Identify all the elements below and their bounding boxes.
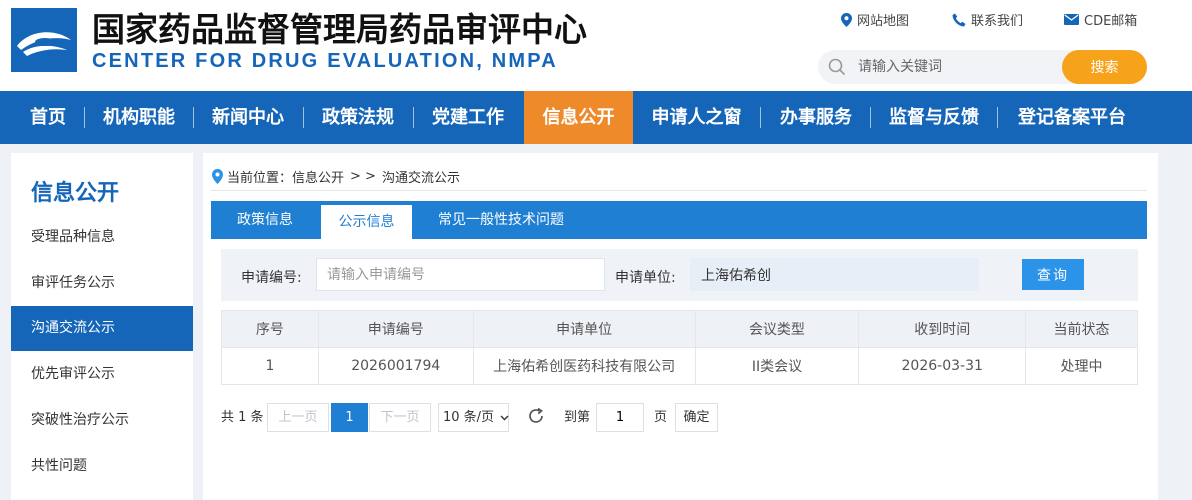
breadcrumb-divider: [211, 190, 1147, 191]
nav-divider: [84, 107, 85, 128]
filter-bar: 申请编号: 申请单位: 查询: [221, 249, 1138, 301]
prev-page-button[interactable]: 上一页: [267, 403, 329, 432]
nav-item-applicant-window[interactable]: 申请人之窗: [641, 91, 752, 144]
search-icon: [828, 58, 846, 76]
tab-bar: 政策信息 公示信息 常见一般性技术问题: [211, 201, 1147, 239]
sidebar: 信息公开 受理品种信息 审评任务公示 沟通交流公示 优先审评公示 突破性治疗公示…: [11, 153, 193, 500]
nav-divider: [997, 107, 998, 128]
nav-item-policy[interactable]: 政策法规: [311, 91, 405, 144]
sitemap-link[interactable]: 网站地图: [841, 10, 909, 29]
nav-item-registration[interactable]: 登记备案平台: [1005, 91, 1139, 144]
total-count: 共 1 条: [221, 410, 264, 425]
nav-item-services[interactable]: 办事服务: [768, 91, 864, 144]
nav-divider: [760, 107, 761, 128]
cell-meeting-type: II类会议: [694, 347, 860, 385]
next-page-button[interactable]: 下一页: [369, 403, 431, 432]
phone-icon: [952, 13, 966, 26]
breadcrumb-separator: > >: [350, 169, 376, 184]
cde-mail-label: CDE邮箱: [1084, 14, 1138, 29]
table-row[interactable]: 1 2026001794 上海佑希创医药科技有限公司 II类会议 2026-03…: [221, 347, 1138, 385]
nav-item-party[interactable]: 党建工作: [421, 91, 515, 144]
nav-item-info-disclosure[interactable]: 信息公开: [524, 91, 633, 144]
sitemap-label: 网站地图: [857, 14, 910, 29]
cell-app-no: 2026001794: [317, 347, 474, 385]
app-no-input[interactable]: [316, 258, 605, 291]
col-header-app-no: 申请编号: [317, 310, 474, 348]
cell-status: 处理中: [1025, 347, 1138, 385]
nav-divider: [303, 107, 304, 128]
cde-mail-link[interactable]: CDE邮箱: [1064, 10, 1137, 29]
applicant-label: 申请单位:: [615, 270, 676, 286]
query-button[interactable]: 查询: [1022, 259, 1084, 290]
col-header-status: 当前状态: [1025, 310, 1138, 348]
table-header-row: 序号 申请编号 申请单位 会议类型 收到时间 当前状态: [221, 310, 1138, 348]
page-size-value: 10 条/页: [443, 410, 495, 425]
goto-page-input[interactable]: [596, 403, 644, 432]
nav-item-news[interactable]: 新闻中心: [201, 91, 295, 144]
refresh-icon[interactable]: [527, 407, 545, 427]
sidebar-item-accepted-varieties[interactable]: 受理品种信息: [11, 215, 193, 260]
search-button[interactable]: 搜索: [1062, 50, 1147, 84]
nav-item-functions[interactable]: 机构职能: [92, 91, 186, 144]
breadcrumb-current: 沟通交流公示: [381, 171, 460, 186]
nav-item-supervision[interactable]: 监督与反馈: [878, 91, 990, 144]
sidebar-item-communication[interactable]: 沟通交流公示: [11, 306, 193, 351]
search-box: 搜索: [818, 50, 1147, 84]
sidebar-item-common-issues[interactable]: 共性问题: [11, 444, 193, 489]
search-input[interactable]: [858, 54, 1058, 80]
pagination: 共 1 条 上一页 1 下一页 10 条/页 到第 页 确定: [221, 403, 821, 433]
applicant-input[interactable]: [690, 258, 979, 291]
app-no-label: 申请编号:: [241, 270, 302, 286]
col-header-received-time: 收到时间: [858, 310, 1027, 348]
location-pin-icon: [841, 12, 852, 27]
sidebar-title: 信息公开: [31, 181, 120, 206]
col-header-meeting-type: 会议类型: [694, 310, 860, 348]
mail-icon: [1064, 14, 1079, 25]
site-header: 国家药品监督管理局药品审评中心 CENTER FOR DRUG EVALUATI…: [0, 0, 1192, 91]
tab-policy-info[interactable]: 政策信息: [211, 201, 319, 239]
tab-public-info[interactable]: 公示信息: [321, 205, 412, 239]
main-panel: 当前位置： 信息公开 > > 沟通交流公示 政策信息 公示信息 常见一般性技术问…: [203, 153, 1158, 500]
cell-received-time: 2026-03-31: [858, 347, 1027, 385]
nav-divider: [413, 107, 414, 128]
top-links: 网站地图 联系我们 CDE邮箱: [0, 10, 1192, 30]
page-1-button[interactable]: 1: [331, 403, 368, 432]
page-unit-label: 页: [654, 410, 668, 425]
sidebar-item-review-tasks[interactable]: 审评任务公示: [11, 261, 193, 306]
col-header-applicant: 申请单位: [472, 310, 696, 348]
nav-divider: [870, 107, 871, 128]
nav-item-home[interactable]: 首页: [13, 91, 83, 144]
goto-confirm-button[interactable]: 确定: [675, 403, 718, 432]
cell-index: 1: [221, 347, 319, 385]
site-title-en: CENTER FOR DRUG EVALUATION, NMPA: [92, 50, 558, 72]
sidebar-item-breakthrough[interactable]: 突破性治疗公示: [11, 398, 193, 443]
nav-divider: [193, 107, 194, 128]
contact-link[interactable]: 联系我们: [952, 10, 1023, 29]
goto-label: 到第: [564, 410, 591, 425]
sidebar-item-priority-review[interactable]: 优先审评公示: [11, 352, 193, 397]
cell-applicant: 上海佑希创医药科技有限公司: [472, 347, 696, 385]
breadcrumb-prefix: 当前位置：: [227, 171, 293, 186]
location-pin-icon: [212, 169, 223, 184]
main-nav: 首页 机构职能 新闻中心 政策法规 党建工作 信息公开 申请人之窗 办事服务 监…: [0, 91, 1192, 144]
chevron-down-icon: [500, 415, 509, 421]
tab-technical-faq[interactable]: 常见一般性技术问题: [423, 201, 579, 239]
contact-label: 联系我们: [971, 14, 1024, 29]
results-table: 序号 申请编号 申请单位 会议类型 收到时间 当前状态 1 2026001794…: [221, 310, 1138, 385]
page-size-select[interactable]: 10 条/页: [438, 403, 509, 432]
breadcrumb-section[interactable]: 信息公开: [292, 167, 344, 186]
col-header-index: 序号: [221, 310, 319, 348]
breadcrumb: 当前位置： 信息公开 > > 沟通交流公示: [212, 167, 460, 186]
